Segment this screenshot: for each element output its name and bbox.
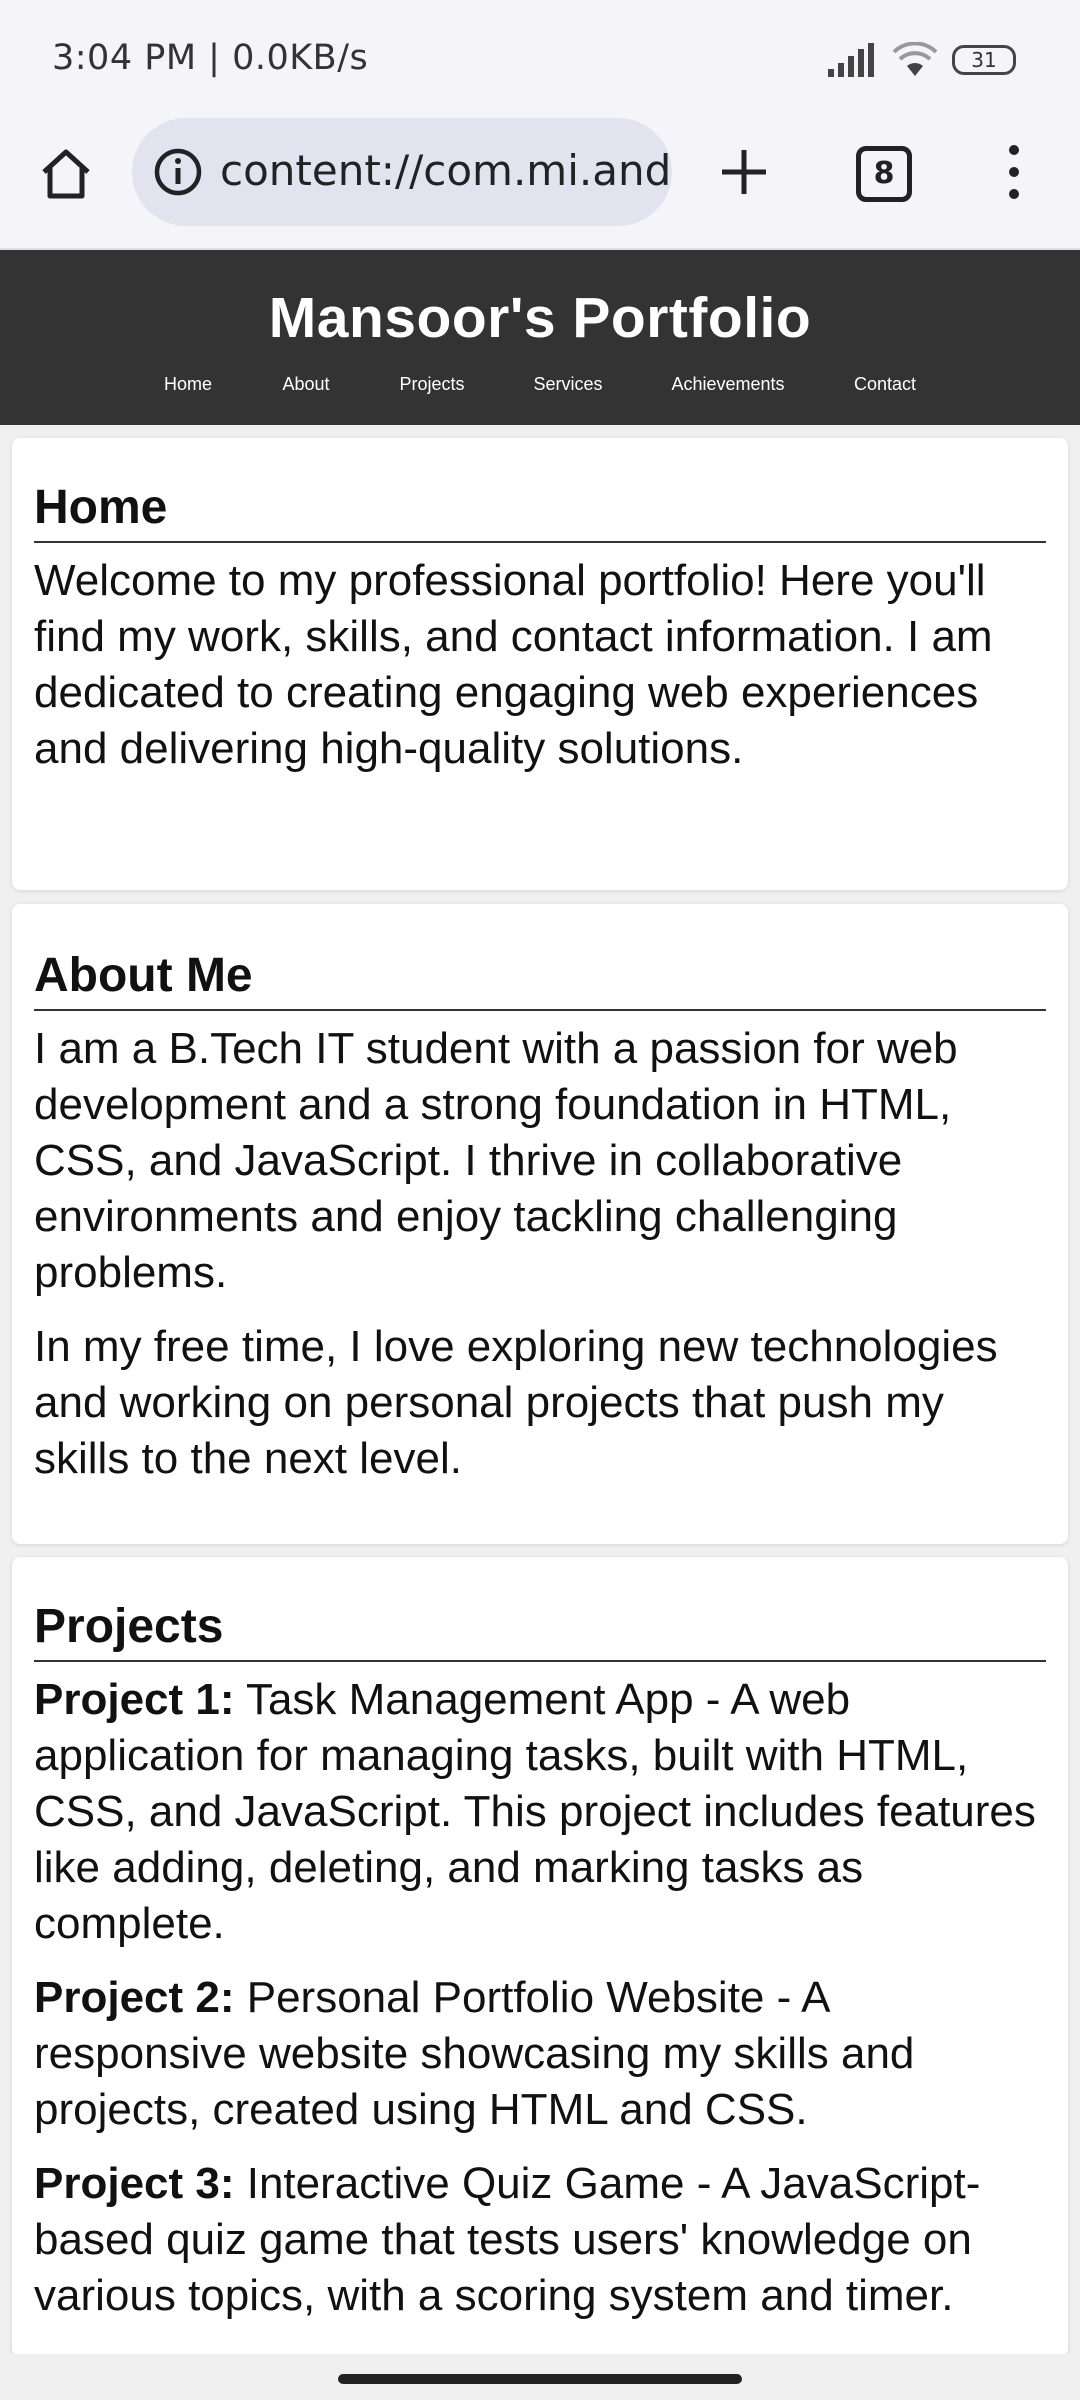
project-label: Project 1: xyxy=(34,1675,235,1724)
wifi-icon xyxy=(892,42,938,76)
battery-level: 31 xyxy=(971,48,997,72)
home-icon[interactable] xyxy=(34,142,98,206)
status-icons: 31 xyxy=(828,42,1016,78)
home-heading: Home xyxy=(34,480,1046,543)
nav-link-projects[interactable]: Projects xyxy=(399,374,464,395)
home-text: Welcome to my professional portfolio! He… xyxy=(34,556,993,773)
tab-count: 8 xyxy=(873,156,895,191)
nav-link-contact[interactable]: Contact xyxy=(854,374,916,395)
status-time: 3:04 PM | 0.0KB/s xyxy=(52,38,369,78)
info-icon[interactable] xyxy=(152,146,204,198)
menu-dots-icon[interactable] xyxy=(996,140,1032,204)
plus-icon[interactable] xyxy=(712,140,776,204)
tabs-button[interactable]: 8 xyxy=(856,146,912,202)
site-title: Mansoor's Portfolio xyxy=(268,286,812,350)
gesture-area xyxy=(0,2354,1080,2400)
about-text-1: I am a B.Tech IT student with a passion … xyxy=(34,1024,958,1297)
site-nav: Home About Projects Services Achievement… xyxy=(0,374,1080,404)
url-text: content://com.mi.android xyxy=(220,146,672,195)
url-bar[interactable]: content://com.mi.android xyxy=(132,118,672,226)
about-heading: About Me xyxy=(34,948,1046,1011)
project-label: Project 2: xyxy=(34,1973,235,2022)
browser-toolbar: content://com.mi.android 8 xyxy=(0,118,1080,250)
project-item: Project 1: Task Management App - A web a… xyxy=(34,1672,1046,1952)
project-item: Project 2: Personal Portfolio Website - … xyxy=(34,1970,1046,2138)
project-label: Project 3: xyxy=(34,2159,235,2208)
project-item: Project 3: Interactive Quiz Game - A Jav… xyxy=(34,2156,1046,2324)
status-bar: 3:04 PM | 0.0KB/s 31 xyxy=(0,0,1080,118)
site-header: Mansoor's Portfolio Home About Projects … xyxy=(0,250,1080,425)
about-section: About Me I am a B.Tech IT student with a… xyxy=(12,904,1068,1544)
nav-link-home[interactable]: Home xyxy=(164,374,212,395)
about-text-2: In my free time, I love exploring new te… xyxy=(34,1322,998,1483)
nav-link-services[interactable]: Services xyxy=(533,374,602,395)
projects-section: Projects Project 1: Task Management App … xyxy=(12,1557,1068,2357)
projects-heading: Projects xyxy=(34,1599,1046,1662)
home-section: Home Welcome to my professional portfoli… xyxy=(12,438,1068,890)
nav-link-achievements[interactable]: Achievements xyxy=(671,374,784,395)
gesture-handle[interactable] xyxy=(338,2374,742,2384)
battery-icon: 31 xyxy=(952,45,1016,75)
signal-icon xyxy=(828,43,874,77)
nav-link-about[interactable]: About xyxy=(282,374,329,395)
